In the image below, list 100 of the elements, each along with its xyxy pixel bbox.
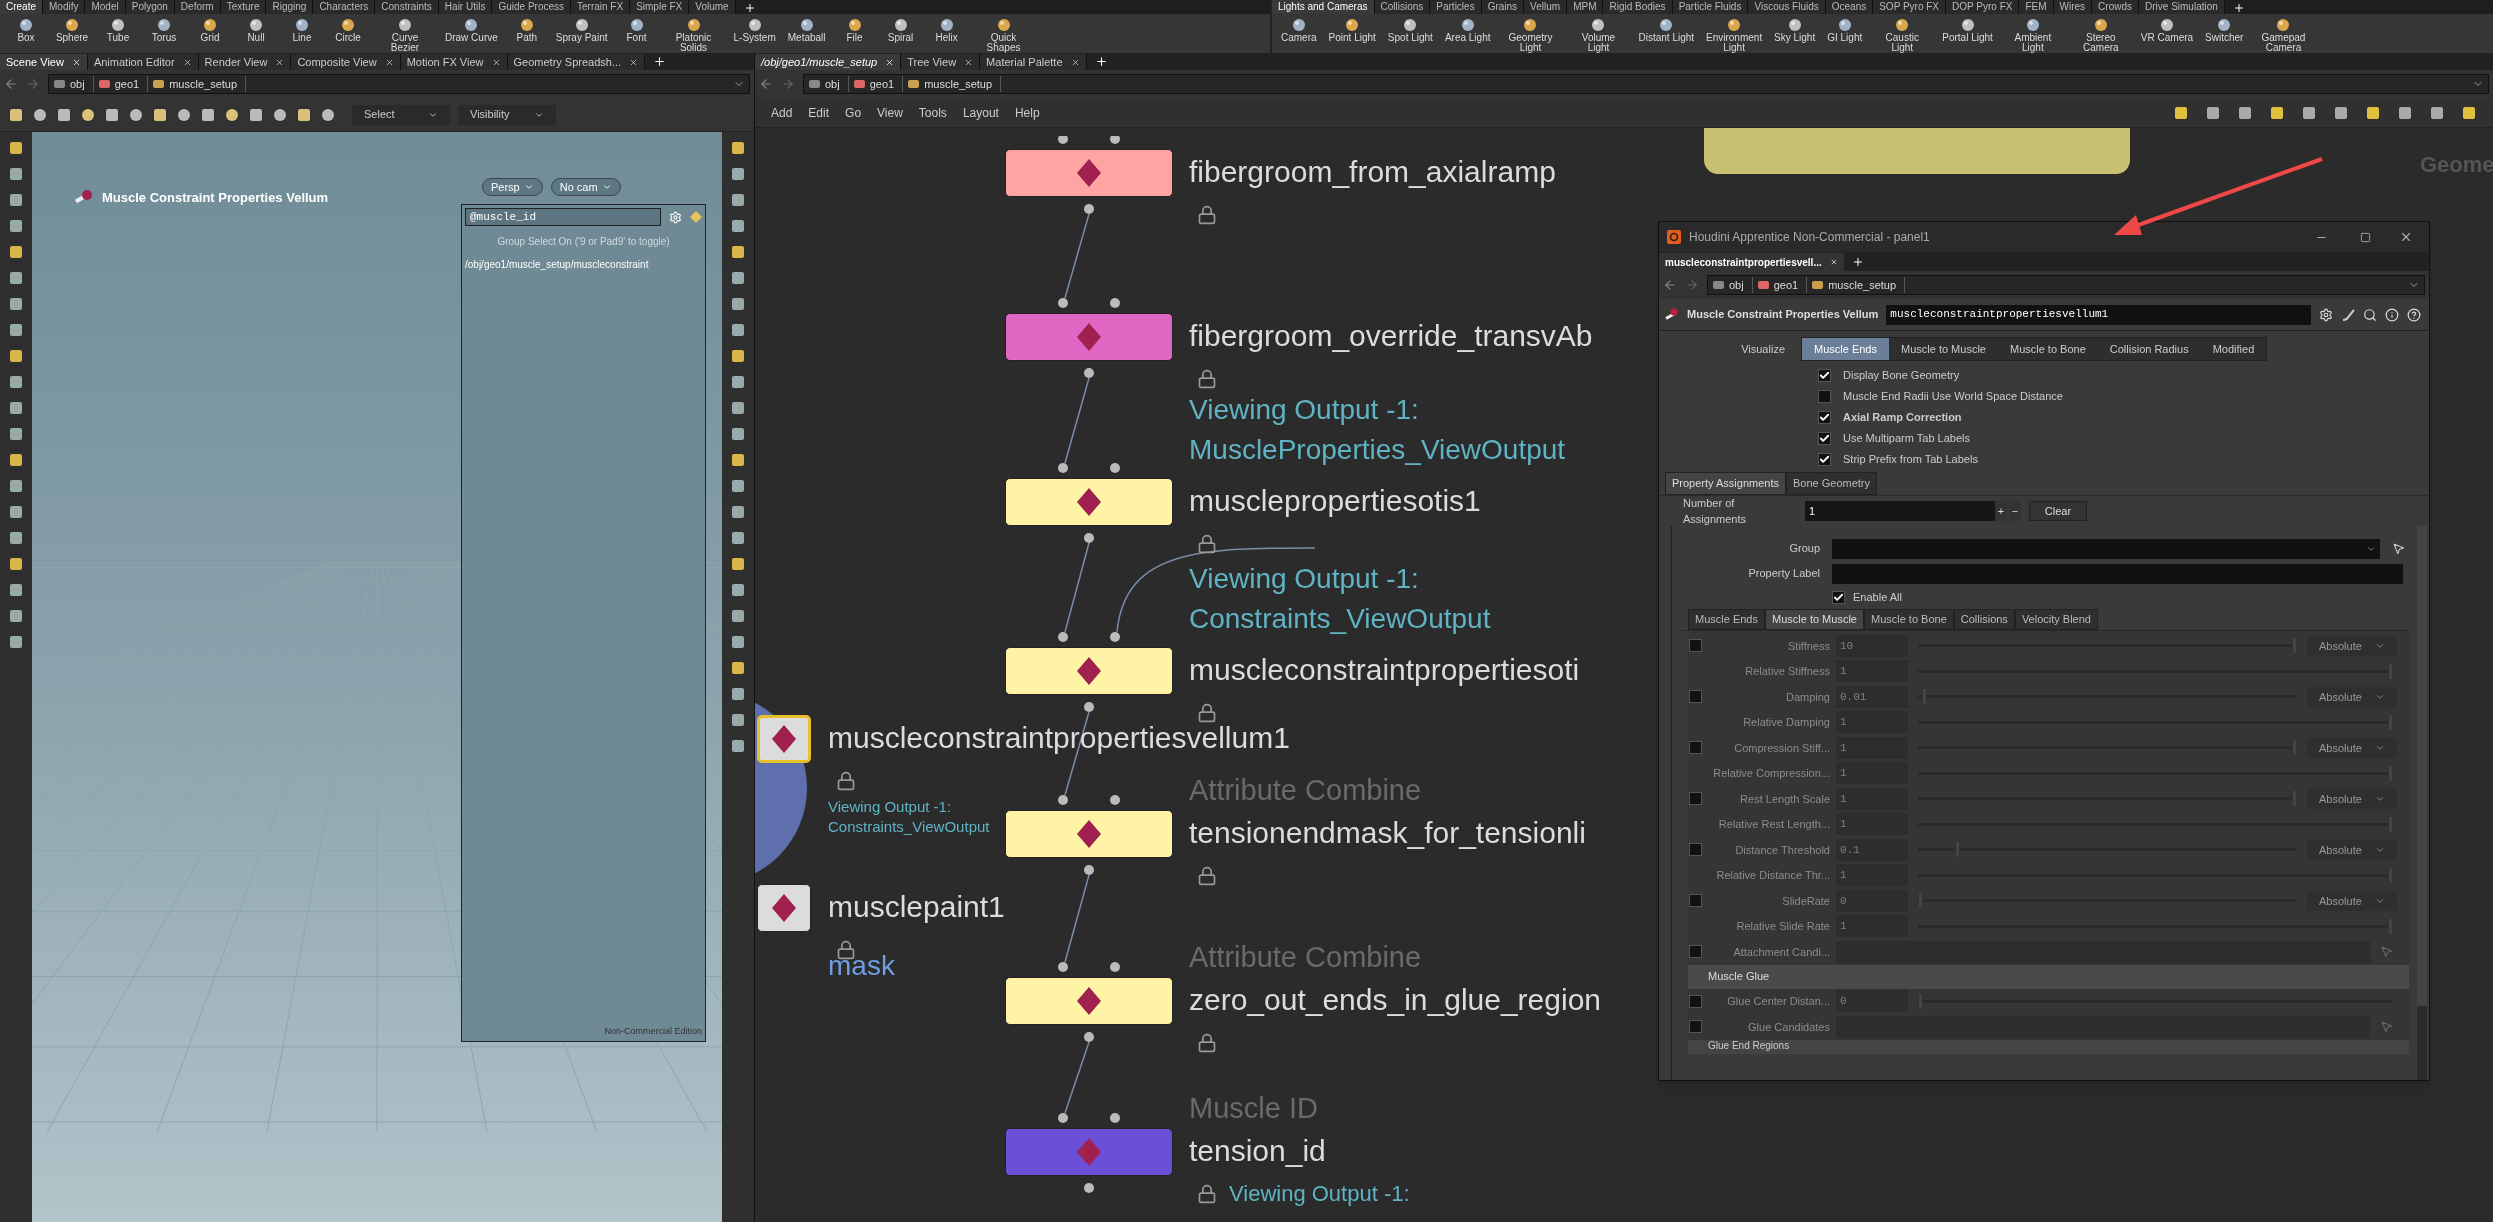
viewport-tool-icon[interactable] [8,140,24,156]
toolbar-icon[interactable] [2461,104,2477,121]
shelf-tab[interactable]: Particle Fluids [1672,0,1749,14]
viewport-tool-icon[interactable] [8,244,24,260]
toolbar-icon[interactable] [2301,104,2317,121]
tool-icon[interactable] [224,106,240,123]
lock-icon[interactable] [1197,205,1217,225]
slider-thumb[interactable] [2292,790,2297,808]
path-segment[interactable]: obj [70,75,94,93]
menu-item[interactable]: Edit [808,103,830,122]
tool-icon[interactable] [152,106,168,123]
close-icon[interactable] [964,57,974,67]
shelf-tool[interactable]: Circle [326,17,370,43]
pane-tab[interactable]: Geometry Spreadsh... [507,54,646,70]
viewport-tool-icon[interactable] [8,166,24,182]
close-icon[interactable] [1070,57,1080,67]
param-tab[interactable]: Collisions [1953,609,2015,630]
back-icon[interactable] [1663,278,1677,292]
slider[interactable] [1918,662,2393,680]
display-option-icon[interactable] [730,660,746,676]
display-option-icon[interactable] [730,270,746,286]
display-option-icon[interactable] [730,608,746,624]
toolbar-icon[interactable] [2333,104,2349,121]
path-segment[interactable]: geo1 [1773,276,1808,294]
shelf-tool[interactable]: Stereo Camera [2067,17,2134,53]
shelf-tab[interactable]: FEM [2019,0,2054,14]
mode-dropdown[interactable]: Absolute [2307,737,2397,758]
brush-icon[interactable] [2341,307,2355,322]
shelf-tab[interactable]: Modify [43,0,86,14]
param-value-field[interactable]: 1 [1836,864,1908,887]
slider[interactable] [1918,637,2297,655]
display-option-icon[interactable] [730,556,746,572]
shelf-tool[interactable]: Box [4,17,48,43]
display-option-icon[interactable] [730,686,746,702]
network-node[interactable] [757,884,811,932]
pane-tab[interactable]: Composite View [291,54,401,70]
path-segment[interactable]: muscle_setup [169,75,247,93]
param-tab[interactable]: Muscle to Bone [1863,609,1954,630]
visualize-option[interactable]: Collision Radius [2097,338,2201,360]
shelf-tab[interactable]: Oceans [1825,0,1874,14]
viewport-tool-icon[interactable] [8,374,24,390]
shelf-tab[interactable]: Particles [1430,0,1482,14]
add-tab-icon[interactable] [653,55,667,68]
node-name-field[interactable]: muscleconstraintpropertiesvellum1 [1886,304,2311,325]
lock-icon[interactable] [1197,866,1217,886]
slider-thumb[interactable] [2388,713,2393,731]
slider-thumb[interactable] [2292,637,2297,655]
pane-tab[interactable]: Scene View [0,54,88,70]
shelf-tool[interactable]: Spray Paint [550,17,613,43]
tool-icon[interactable] [8,106,24,123]
shelf-tool[interactable]: Sky Light [1769,17,1821,43]
checkbox[interactable] [1688,792,1702,806]
visibility-dropdown[interactable]: Visibility [458,104,556,125]
param-value-field[interactable]: 1 [1836,787,1908,810]
pane-tab[interactable]: Render View [198,54,292,70]
toolbar-icon[interactable] [2269,104,2285,121]
viewport-tool-icon[interactable] [8,322,24,338]
output-connector[interactable] [1084,1032,1094,1042]
path-segment[interactable]: obj [825,75,849,93]
output-connector[interactable] [1084,702,1094,712]
shelf-tab[interactable]: Grains [1481,0,1525,14]
search-icon[interactable] [2363,307,2377,322]
network-node[interactable] [1005,647,1173,695]
menu-item[interactable]: Tools [918,103,947,122]
add-tab-icon[interactable] [1851,256,1864,268]
output-connector[interactable] [1084,533,1094,543]
group-field[interactable] [1832,538,2380,559]
projection-button[interactable]: Persp [482,178,543,196]
param-value-field[interactable]: 1 [1836,736,1908,759]
tool-icon[interactable] [128,106,144,123]
shelf-tool[interactable]: Ambient Light [1999,17,2066,53]
menu-item[interactable]: Help [1014,103,1040,122]
path-field[interactable]: obj geo1 muscle_setup [1707,275,2425,295]
display-option-icon[interactable] [730,426,746,442]
shelf-tool[interactable]: VR Camera [2135,17,2199,43]
display-option-icon[interactable] [730,478,746,494]
input-connector[interactable] [1110,795,1120,805]
viewport-tool-icon[interactable] [8,400,24,416]
shelf-tab[interactable]: Model [85,0,126,14]
add-tab-icon[interactable] [743,2,756,14]
slider[interactable] [1918,713,2393,731]
shelf-tool[interactable]: L-System [728,17,781,43]
shelf-tab[interactable]: Texture [220,0,267,14]
tool-icon[interactable] [320,106,336,123]
checkbox[interactable] [1832,591,1845,604]
shelf-tool[interactable]: Point Light [1323,17,1381,43]
slider[interactable] [1918,815,2393,833]
mode-dropdown[interactable]: Absolute [2307,890,2397,911]
viewport-tool-icon[interactable] [8,530,24,546]
shelf-tool[interactable]: Quick Shapes [970,17,1037,53]
shelf-tool[interactable]: Geometry Light [1497,17,1564,53]
close-icon[interactable] [1829,258,1838,266]
slider[interactable] [1918,841,2297,859]
toolbar-icon[interactable] [2205,104,2221,121]
param-value-field[interactable]: 1 [1836,813,1908,836]
slider-thumb[interactable] [1955,841,1961,859]
slider-thumb[interactable] [2388,815,2393,833]
shelf-tool[interactable]: Font [614,17,659,43]
input-connector[interactable] [1110,298,1120,308]
tool-icon[interactable] [176,106,192,123]
